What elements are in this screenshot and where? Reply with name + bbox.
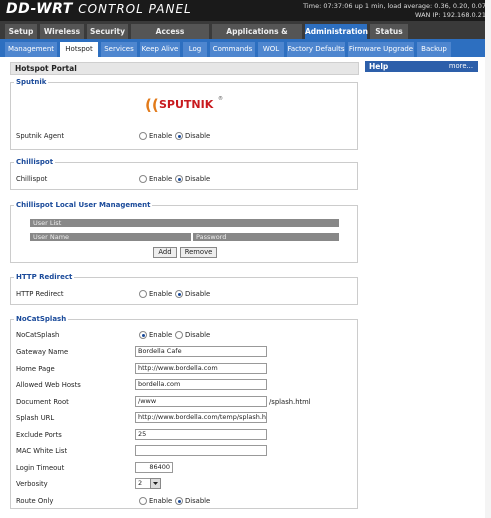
chillispot-disable-label: Disable — [185, 175, 211, 183]
splash-url-label: Splash URL — [16, 414, 55, 422]
chillispot-enable-label: Enable — [149, 175, 173, 183]
tab-applications-gaming[interactable]: Applications & Gaming — [212, 24, 302, 51]
login-timeout-label: Login Timeout — [16, 464, 65, 472]
home-page-input[interactable]: http://www.bordella.com — [135, 363, 267, 374]
help-panel-header: Help more... — [365, 61, 478, 72]
route-only-enable-label: Enable — [149, 497, 173, 505]
chillispot-legend: Chillispot — [14, 158, 56, 166]
chillispot-disable-radio[interactable] — [175, 175, 183, 183]
subtab-log[interactable]: Log — [183, 42, 207, 57]
nocatsplash-enable-label: NoCatSplash — [16, 331, 60, 339]
help-title: Help — [369, 62, 389, 71]
route-only-enable-radio[interactable] — [139, 497, 147, 505]
help-more-link[interactable]: more... — [449, 61, 473, 72]
sputnik-legend: Sputnik — [14, 78, 49, 86]
verbosity-value: 2 — [138, 479, 143, 487]
main-tab-bar: Setup Wireless Security Access Restricti… — [0, 21, 491, 51]
document-root-input[interactable]: /www — [135, 396, 267, 407]
subtab-hotspot[interactable]: Hotspot — [60, 42, 98, 57]
http-redirect-disable-radio[interactable] — [175, 290, 183, 298]
route-only-label: Route Only — [16, 497, 54, 505]
chillispot-enable-radio[interactable] — [139, 175, 147, 183]
tab-status[interactable]: Status — [370, 24, 408, 39]
nocatsplash-enable-radio[interactable] — [139, 331, 147, 339]
sputnik-logo: (( SPUTNIK ® — [145, 96, 223, 114]
nocatsplash-enable-text: Enable — [149, 331, 173, 339]
username-column-header: User Name — [30, 233, 191, 241]
remove-user-button[interactable]: Remove — [180, 247, 217, 258]
subtab-management[interactable]: Management — [5, 42, 57, 57]
chillispot-section — [10, 162, 358, 190]
tab-security[interactable]: Security — [87, 24, 128, 39]
home-page-label: Home Page — [16, 365, 55, 373]
subtab-commands[interactable]: Commands — [210, 42, 255, 57]
nocatsplash-disable-text: Disable — [185, 331, 211, 339]
logo-main: DD-WRT — [6, 1, 73, 17]
document-root-label: Document Root — [16, 398, 69, 406]
http-redirect-legend: HTTP Redirect — [14, 273, 75, 281]
exclude-ports-input[interactable]: 25 — [135, 429, 267, 440]
scrollbar[interactable] — [485, 0, 491, 518]
subtab-wol[interactable]: WOL — [258, 42, 284, 57]
subtab-backup[interactable]: Backup — [417, 42, 451, 57]
mac-whitelist-input[interactable] — [135, 445, 267, 456]
add-user-button[interactable]: Add — [153, 247, 177, 258]
tab-access-restrictions[interactable]: Access Restrictions — [131, 24, 209, 51]
sputnik-disable-label: Disable — [185, 132, 211, 140]
sputnik-disable-radio[interactable] — [175, 132, 183, 140]
subtab-factory-defaults[interactable]: Factory Defaults — [287, 42, 345, 57]
verbosity-label: Verbosity — [16, 480, 48, 488]
http-redirect-enable-radio[interactable] — [139, 290, 147, 298]
sub-tab-bar: Management Hotspot Services Keep Alive L… — [0, 39, 491, 57]
subtab-services[interactable]: Services — [101, 42, 137, 57]
login-timeout-input[interactable]: 86400 — [135, 462, 173, 473]
tab-administration[interactable]: Administration — [305, 24, 368, 39]
sputnik-agent-label: Sputnik Agent — [16, 132, 65, 140]
http-redirect-disable-label: Disable — [185, 290, 211, 298]
tab-wireless[interactable]: Wireless — [40, 24, 84, 39]
sputnik-enable-radio[interactable] — [139, 132, 147, 140]
gateway-name-label: Gateway Name — [16, 348, 69, 356]
page-title: Hotspot Portal — [10, 62, 359, 75]
ddwrt-logo: DD-WRT CONTROL PANEL — [6, 1, 192, 17]
tab-setup[interactable]: Setup — [5, 24, 37, 39]
splash-url-input[interactable]: http://www.bordella.com/temp/splash.html — [135, 412, 267, 423]
mac-whitelist-label: MAC White List — [16, 447, 68, 455]
subtab-keep-alive[interactable]: Keep Alive — [140, 42, 180, 57]
document-root-suffix: /splash.html — [269, 398, 311, 406]
exclude-ports-label: Exclude Ports — [16, 431, 62, 439]
local-user-legend: Chillispot Local User Management — [14, 201, 153, 209]
password-column-header: Password — [193, 233, 339, 241]
header-bar: DD-WRT CONTROL PANEL Time: 07:37:06 up 1… — [0, 0, 491, 21]
uptime-status: Time: 07:37:06 up 1 min, load average: 0… — [303, 2, 486, 10]
nocatsplash-disable-radio[interactable] — [175, 331, 183, 339]
allowed-hosts-input[interactable]: bordella.com — [135, 379, 267, 390]
user-list-header: User List — [30, 219, 339, 227]
sputnik-enable-label: Enable — [149, 132, 173, 140]
route-only-disable-radio[interactable] — [175, 497, 183, 505]
allowed-hosts-label: Allowed Web Hosts — [16, 381, 81, 389]
wan-ip-status: WAN IP: 192.168.0.21 — [415, 11, 486, 19]
nocatsplash-legend: NoCatSplash — [14, 315, 69, 323]
gateway-name-input[interactable]: Bordella Cafe — [135, 346, 267, 357]
route-only-disable-label: Disable — [185, 497, 211, 505]
logo-sub: CONTROL PANEL — [78, 2, 192, 16]
subtab-firmware-upgrade[interactable]: Firmware Upgrade — [348, 42, 414, 57]
router-status: Time: 07:37:06 up 1 min, load average: 0… — [303, 2, 486, 20]
http-redirect-enable-label: Enable — [149, 290, 173, 298]
chillispot-label: Chillispot — [16, 175, 48, 183]
http-redirect-label: HTTP Redirect — [16, 290, 64, 298]
chevron-down-icon[interactable] — [150, 478, 161, 489]
